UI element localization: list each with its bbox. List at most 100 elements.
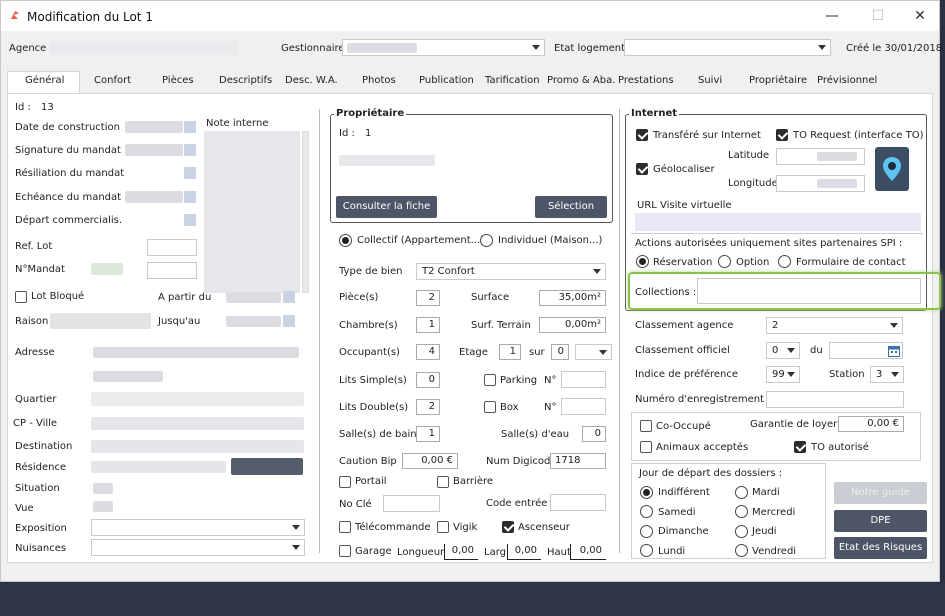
- date-construction-field[interactable]: [125, 121, 183, 133]
- tab-prestations[interactable]: Prestations: [618, 75, 674, 86]
- url-visite-input[interactable]: [635, 213, 921, 231]
- etage-type-select[interactable]: [575, 344, 612, 360]
- etage-input[interactable]: 1: [499, 344, 521, 360]
- selection-button[interactable]: Sélection: [535, 196, 607, 218]
- classement-agence-select[interactable]: 2: [766, 317, 903, 334]
- mercredi-radio[interactable]: [735, 505, 748, 518]
- formulaire-radio[interactable]: [778, 255, 791, 268]
- calendar-icon[interactable]: [184, 191, 196, 203]
- vigik-checkbox[interactable]: [437, 521, 449, 533]
- a-partir-field[interactable]: [226, 292, 281, 303]
- quartier-select[interactable]: [91, 392, 304, 406]
- dimanche-radio[interactable]: [640, 525, 653, 538]
- calendar-icon[interactable]: [888, 345, 900, 357]
- lundi-radio[interactable]: [640, 544, 653, 557]
- calendar-icon[interactable]: [184, 214, 196, 226]
- code-entree-input[interactable]: [550, 494, 606, 511]
- calendar-icon[interactable]: [283, 291, 295, 303]
- indifferent-radio[interactable]: [640, 486, 653, 499]
- portail-checkbox[interactable]: [339, 476, 351, 488]
- ascenseur-checkbox[interactable]: [502, 521, 514, 533]
- latitude-input[interactable]: [776, 148, 865, 165]
- note-scrollbar[interactable]: [302, 131, 309, 293]
- destination-select[interactable]: [91, 440, 304, 453]
- chambres-input[interactable]: 1: [416, 317, 440, 333]
- residence-button[interactable]: [231, 458, 303, 475]
- etat-logement-select[interactable]: [624, 39, 831, 56]
- type-bien-select[interactable]: T2 Confort: [416, 263, 606, 280]
- sdb-input[interactable]: 1: [416, 426, 440, 442]
- tab-promo[interactable]: Promo & Aba.: [547, 75, 615, 86]
- telecommande-checkbox[interactable]: [339, 521, 351, 533]
- mandat-input[interactable]: [147, 262, 197, 279]
- tab-general[interactable]: Général: [25, 75, 64, 86]
- tab-desc-wa[interactable]: Desc. W.A.: [285, 75, 338, 86]
- tab-publication[interactable]: Publication: [419, 75, 474, 86]
- pieces-input[interactable]: 2: [416, 290, 440, 306]
- larg-input[interactable]: 0,00: [507, 544, 541, 560]
- option-radio[interactable]: [718, 255, 731, 268]
- longitude-input[interactable]: [776, 175, 865, 192]
- transfere-checkbox[interactable]: [636, 129, 648, 141]
- calendar-icon[interactable]: [184, 144, 196, 156]
- adresse-line2[interactable]: [93, 371, 163, 382]
- collectif-radio[interactable]: [339, 234, 352, 247]
- calendar-icon[interactable]: [184, 167, 196, 179]
- calendar-icon[interactable]: [283, 315, 295, 327]
- barriere-checkbox[interactable]: [437, 476, 449, 488]
- no-cle-input[interactable]: [383, 495, 440, 512]
- tab-suivi[interactable]: Suivi: [698, 75, 722, 86]
- lot-bloque-checkbox[interactable]: [15, 291, 27, 303]
- classement-date-input[interactable]: [829, 342, 903, 359]
- jusqu-field[interactable]: [226, 316, 281, 327]
- box-num-input[interactable]: [561, 398, 606, 415]
- tab-tarification[interactable]: Tarification: [485, 75, 540, 86]
- echeance-field[interactable]: [125, 191, 183, 203]
- haut-input[interactable]: 0,00: [570, 544, 606, 560]
- tab-previsionnel[interactable]: Prévisionnel: [817, 75, 877, 86]
- minimize-button[interactable]: —: [823, 7, 841, 25]
- geolocaliser-checkbox[interactable]: [636, 163, 648, 175]
- box-checkbox[interactable]: [484, 401, 496, 413]
- cp-ville-field[interactable]: [91, 417, 304, 430]
- occupants-input[interactable]: 4: [416, 344, 440, 360]
- agence-select[interactable]: [49, 41, 237, 55]
- parking-num-input[interactable]: [561, 371, 606, 388]
- ref-lot-input[interactable]: [147, 239, 197, 256]
- residence-select[interactable]: [91, 461, 226, 473]
- digicode-input[interactable]: 1718: [550, 453, 606, 469]
- raison-select[interactable]: [50, 313, 151, 329]
- surface-input[interactable]: 35,00m²: [539, 290, 606, 306]
- tab-proprietaire[interactable]: Propriétaire: [749, 75, 807, 86]
- nuisances-select[interactable]: [91, 539, 305, 556]
- co-occupe-checkbox[interactable]: [640, 420, 652, 432]
- station-select[interactable]: 3: [870, 366, 904, 383]
- gestionnaire-select[interactable]: [342, 39, 545, 56]
- consulter-fiche-button[interactable]: Consulter la fiche: [336, 196, 437, 218]
- animaux-checkbox[interactable]: [640, 441, 652, 453]
- exposition-select[interactable]: [91, 519, 305, 536]
- reservation-radio[interactable]: [636, 255, 649, 268]
- jeudi-radio[interactable]: [735, 525, 748, 538]
- to-request-checkbox[interactable]: [776, 129, 788, 141]
- longueur-input[interactable]: 0,00: [444, 544, 478, 560]
- signature-field[interactable]: [125, 144, 183, 156]
- numero-enreg-input[interactable]: [766, 391, 904, 408]
- indice-select[interactable]: 99: [766, 366, 800, 383]
- classement-officiel-select[interactable]: 0: [766, 342, 800, 359]
- samedi-radio[interactable]: [640, 505, 653, 518]
- close-button[interactable]: ✕: [911, 7, 929, 25]
- garage-checkbox[interactable]: [339, 545, 351, 557]
- surf-terrain-input[interactable]: 0,00m²: [539, 317, 606, 333]
- vendredi-radio[interactable]: [735, 544, 748, 557]
- notre-guide-button[interactable]: Notre guide: [834, 482, 927, 504]
- note-interne-textarea[interactable]: [204, 131, 300, 293]
- collections-input[interactable]: [697, 278, 921, 304]
- caution-input[interactable]: 0,00 €: [402, 453, 458, 469]
- individuel-radio[interactable]: [480, 234, 493, 247]
- lits-double-input[interactable]: 2: [416, 399, 440, 415]
- tab-descriptifs[interactable]: Descriptifs: [219, 75, 272, 86]
- map-button[interactable]: [875, 147, 909, 191]
- parking-checkbox[interactable]: [484, 374, 496, 386]
- to-autorise-checkbox[interactable]: [794, 441, 806, 453]
